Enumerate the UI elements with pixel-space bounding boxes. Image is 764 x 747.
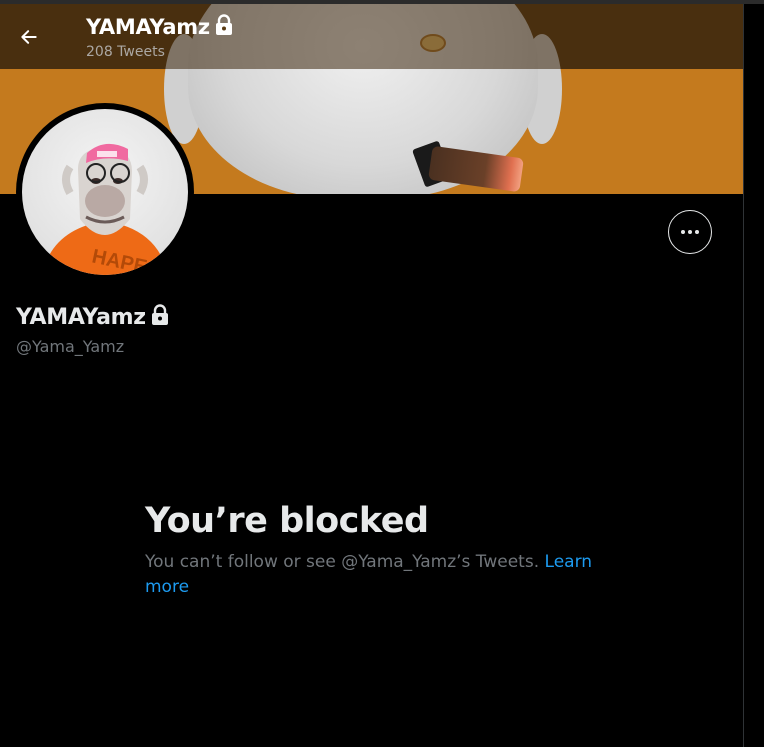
profile-name-row: YAMAYamz xyxy=(16,304,170,330)
avatar-ape-image: HAPE xyxy=(42,143,168,275)
header-name: YAMAYamz xyxy=(86,15,210,39)
arrow-left-icon xyxy=(21,30,37,44)
avatar[interactable]: HAPE xyxy=(22,109,188,275)
more-options-button[interactable] xyxy=(668,210,712,254)
profile-avatar-frame: HAPE xyxy=(16,103,194,281)
header-title-row: YAMAYamz xyxy=(86,14,234,40)
back-button[interactable] xyxy=(12,20,46,54)
right-sidebar-edge xyxy=(743,4,764,747)
header-tweet-count: 208 Tweets xyxy=(86,44,165,60)
blocked-title: You’re blocked xyxy=(145,501,429,541)
lock-icon xyxy=(214,14,234,40)
more-horizontal-icon xyxy=(681,230,685,234)
more-horizontal-icon xyxy=(688,230,692,234)
blocked-message: You can’t follow or see @Yama_Yamz’s Twe… xyxy=(145,550,595,600)
profile-header-bar: YAMAYamz 208 Tweets xyxy=(0,4,743,69)
lock-icon xyxy=(150,304,170,330)
profile-handle: @Yama_Yamz xyxy=(16,337,125,356)
blocked-notice: You’re blocked You can’t follow or see @… xyxy=(145,499,595,600)
blocked-message-text: You can’t follow or see @Yama_Yamz’s Twe… xyxy=(145,552,540,572)
profile-column: YAMAYamz 208 Tweets HAPE YAMAYamz @Yama_… xyxy=(0,4,743,747)
more-horizontal-icon xyxy=(695,230,699,234)
profile-name: YAMAYamz xyxy=(16,304,146,330)
